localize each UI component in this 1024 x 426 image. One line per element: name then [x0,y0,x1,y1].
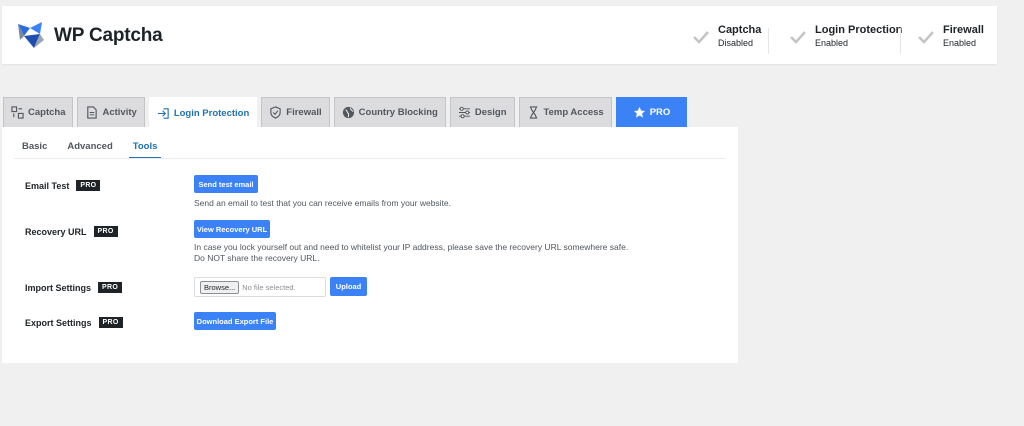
globe-icon [342,106,354,119]
tab-label: Design [474,107,507,118]
row-label-text: Export Settings [25,317,92,328]
tab-pro[interactable]: PRO [615,97,688,127]
status-captcha: Captcha Disabled [692,24,761,50]
upload-button[interactable]: Upload [330,277,367,296]
subtab-advanced[interactable]: Advanced [67,141,112,159]
tab-label: Country Blocking [358,107,438,118]
tab-captcha[interactable]: Captcha [3,97,74,127]
export-settings-label: Export Settings PRO [25,317,123,328]
download-export-file-button[interactable]: Download Export File [194,312,276,330]
status-value: Enabled [815,38,849,48]
pro-badge: PRO [98,282,123,293]
logo-text: WP Captcha [54,25,163,46]
status-firewall: Firewall Enabled [917,24,984,50]
subtab-divider [14,158,726,159]
login-icon [157,107,169,119]
file-status-text: No file selected. [242,282,296,292]
checkmark-icon [790,31,806,44]
tools-panel: Basic Advanced Tools Email Test PRO Send… [2,127,738,363]
browse-button[interactable]: Browse... [200,280,240,294]
import-settings-label: Import Settings PRO [25,282,123,293]
send-test-email-button[interactable]: Send test email [194,175,258,193]
subtab-basic[interactable]: Basic [22,141,47,159]
main-tabs: Captcha Activity Login Protection Firewa… [3,97,691,128]
hourglass-icon [529,106,537,119]
subtab-tools[interactable]: Tools [128,141,162,159]
sliders-icon [458,106,470,119]
tab-country-blocking[interactable]: Country Blocking [333,97,446,127]
captcha-icon [11,106,24,119]
status-title: Firewall [943,24,984,36]
email-test-description: Send an email to test that you can recei… [194,198,452,208]
logo: WP Captcha [14,18,163,54]
tab-label: Firewall [286,107,322,118]
recovery-url-label: Recovery URL PRO [25,226,118,237]
tab-label: Login Protection [173,107,250,119]
view-recovery-url-button[interactable]: View Recovery URL [194,220,270,238]
tab-design[interactable]: Design [449,97,515,127]
checkmark-icon [918,31,934,44]
row-label-text: Import Settings [25,282,92,293]
divider [768,28,769,54]
shield-icon [270,106,281,119]
status-login-protection: Login Protection Enabled [789,24,902,50]
header-bar: WP Captcha Captcha Disabled Login Protec… [2,6,997,64]
recovery-url-description: In case you lock yourself out and need t… [194,242,629,252]
recovery-url-warning: Do NOT share the recovery URL. [194,253,320,263]
tab-label: Temp Access [543,107,604,118]
tab-activity[interactable]: Activity [77,97,145,127]
import-file-input[interactable]: Browse... No file selected. [194,277,326,297]
subtabs: Basic Advanced Tools [22,141,181,159]
tab-firewall[interactable]: Firewall [261,97,330,127]
tab-label: PRO [649,107,671,118]
row-label-text: Email Test [25,180,70,191]
tab-label: Activity [102,107,137,118]
tab-label: Captcha [28,107,66,118]
status-value: Enabled [943,38,977,48]
pro-badge: PRO [98,317,123,328]
star-icon [633,106,645,118]
pro-badge: PRO [76,180,101,191]
document-icon [87,106,98,119]
tab-temp-access[interactable]: Temp Access [518,97,612,127]
pro-badge: PRO [93,226,118,237]
wp-captcha-logo-icon [18,22,44,48]
row-label-text: Recovery URL [25,226,87,237]
status-value: Disabled [718,38,754,48]
tab-login-protection[interactable]: Login Protection [148,97,258,128]
status-title: Captcha [718,24,762,36]
email-test-label: Email Test PRO [25,180,101,191]
checkmark-icon [693,31,709,44]
divider [900,28,901,54]
status-title: Login Protection [815,24,903,36]
